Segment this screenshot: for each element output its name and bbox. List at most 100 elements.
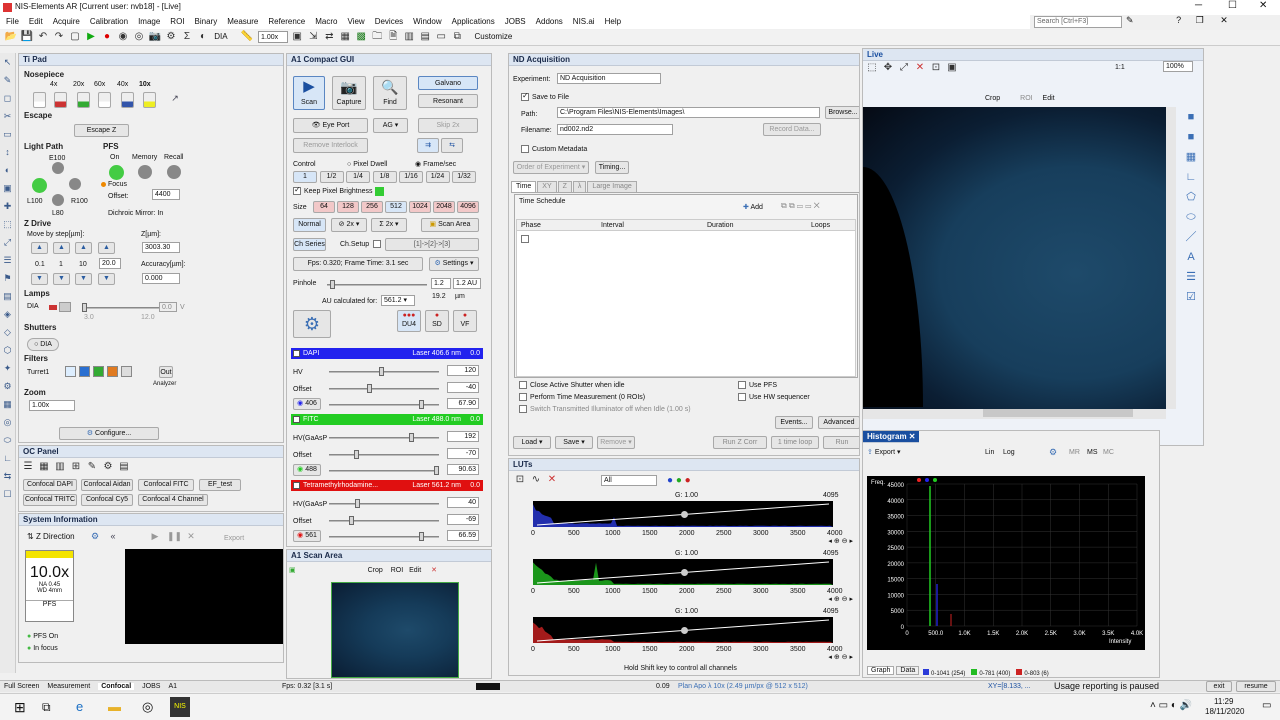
oc-button-1[interactable]: Confocal Aidan bbox=[81, 479, 133, 491]
left-tool-23-icon[interactable]: ⇆ bbox=[0, 467, 15, 485]
menu-macro[interactable]: Macro bbox=[315, 17, 337, 26]
settings-button[interactable]: ⚙ Settings ▾ bbox=[429, 257, 479, 271]
channel-offset-slider-0[interactable] bbox=[329, 388, 439, 390]
maximize-icon[interactable]: ☐ bbox=[1228, 0, 1237, 11]
scan-area-close-icon[interactable]: ✕ bbox=[431, 567, 437, 574]
dia-label[interactable]: DIA bbox=[214, 32, 227, 41]
lut-scroll-2[interactable]: ◂ ⊕ ⊖ ▸ bbox=[793, 654, 853, 661]
skip-select[interactable]: Skip 2x bbox=[418, 118, 478, 133]
menu-reference[interactable]: Reference bbox=[268, 17, 305, 26]
sysinfo-settings-icon[interactable]: ⚙ bbox=[89, 530, 101, 542]
menu-devices[interactable]: Devices bbox=[375, 17, 403, 26]
close-icon[interactable]: ✕ bbox=[1259, 0, 1267, 11]
timing-button[interactable]: Timing... bbox=[595, 161, 629, 174]
browse-button[interactable]: Browse... bbox=[825, 106, 860, 119]
copy-icon[interactable]: ⧉ bbox=[781, 201, 787, 210]
resonant-button[interactable]: Resonant bbox=[418, 94, 478, 108]
hist-dot-1[interactable] bbox=[925, 478, 929, 482]
oc-button-5[interactable]: Confocal Cy5 bbox=[81, 494, 133, 506]
size-2048[interactable]: 2048 bbox=[433, 201, 455, 213]
nd-tab-1[interactable]: XY bbox=[537, 181, 556, 192]
lut-gamma-handle-1[interactable] bbox=[681, 569, 688, 576]
sysinfo-stop-icon[interactable]: ✕ bbox=[185, 530, 197, 542]
hist-dot-2[interactable] bbox=[933, 478, 937, 482]
channel-offset-input-2[interactable]: -69 bbox=[447, 514, 479, 525]
hist-ms[interactable]: MS bbox=[1087, 448, 1098, 457]
channel-header-1[interactable]: FITC Laser 488.0 nm 0.0 bbox=[291, 414, 483, 425]
lut-auto-icon[interactable]: ⊡ bbox=[513, 473, 527, 487]
use-hw-check[interactable] bbox=[738, 393, 746, 401]
lut-track-0[interactable] bbox=[533, 501, 833, 527]
live-angle-icon[interactable]: ∟ bbox=[1181, 167, 1201, 187]
delete-icon[interactable]: ✕ bbox=[814, 201, 820, 210]
left-tool-11-icon[interactable]: ☰ bbox=[0, 251, 15, 269]
menu-measure[interactable]: Measure bbox=[227, 17, 258, 26]
lut-row-1[interactable]: G: 1.00 4095 0 500 1000 1500 2000 2500 3000 3500 4… bbox=[523, 549, 857, 603]
hist-log[interactable]: Log bbox=[1003, 448, 1015, 457]
left-tool-3-icon[interactable]: ✂ bbox=[0, 107, 15, 125]
channel-offset-input-1[interactable]: -70 bbox=[447, 448, 479, 459]
left-tool-21-icon[interactable]: ⬭ bbox=[0, 431, 15, 449]
size-128[interactable]: 128 bbox=[337, 201, 359, 213]
record-icon[interactable]: ● bbox=[100, 30, 114, 44]
run-button[interactable]: Run bbox=[823, 436, 860, 449]
channel-laser-slider-1[interactable] bbox=[329, 470, 439, 472]
configure-button[interactable]: ⚙ Configure... bbox=[59, 427, 159, 440]
vf-button[interactable]: ● VF bbox=[453, 310, 477, 332]
dia-shutter-button[interactable]: ○ DIA bbox=[27, 338, 59, 351]
arrows-icon[interactable]: ⇲ bbox=[306, 30, 320, 44]
ai-icon[interactable]: ▤ bbox=[418, 30, 432, 44]
objective-slot-0[interactable] bbox=[33, 92, 46, 108]
channel-header-2[interactable]: Tetramethylrhodamine... Laser 561.2 nm 0.0 bbox=[291, 480, 483, 491]
scan-area-roi[interactable]: ROI bbox=[391, 567, 403, 574]
scan-direction-button[interactable]: ⇉ bbox=[417, 138, 439, 153]
lut-track-2[interactable] bbox=[533, 617, 833, 643]
run-z-button[interactable]: Run Z Corr bbox=[713, 436, 767, 449]
ag-select[interactable]: AG ▾ bbox=[373, 118, 408, 133]
hist-dot-0[interactable] bbox=[917, 478, 921, 482]
left-tool-1-icon[interactable]: ✎ bbox=[0, 71, 15, 89]
left-tool-18-icon[interactable]: ⚙ bbox=[0, 377, 15, 395]
menu-view[interactable]: View bbox=[348, 17, 365, 26]
z-down-button-3[interactable]: ▼ bbox=[98, 273, 115, 285]
resume-button[interactable]: resume bbox=[1236, 681, 1276, 692]
size-512[interactable]: 512 bbox=[385, 201, 407, 213]
accuracy-select[interactable]: 0.000 bbox=[142, 273, 180, 284]
live-crop[interactable]: Crop bbox=[985, 95, 1000, 102]
hist-tab-data[interactable]: Data bbox=[896, 666, 919, 675]
status-tab-4[interactable]: A1 bbox=[168, 683, 177, 690]
oc-button-0[interactable]: Confocal DAPI bbox=[23, 479, 77, 491]
oc-button-4[interactable]: Confocal TRITC bbox=[23, 494, 77, 506]
menu-nisai[interactable]: NIS.ai bbox=[573, 17, 595, 26]
zoom-select[interactable]: 1.00x bbox=[29, 400, 75, 411]
redo-icon[interactable]: ↷ bbox=[52, 30, 66, 44]
channel-laser-slider-2[interactable] bbox=[329, 536, 439, 538]
save-to-file-check[interactable] bbox=[521, 93, 529, 101]
sysinfo-pause-icon[interactable]: ❚❚ bbox=[167, 530, 179, 542]
swap-icon[interactable]: ⇄ bbox=[322, 30, 336, 44]
menu-binary[interactable]: Binary bbox=[195, 17, 218, 26]
thumb[interactable] bbox=[419, 532, 424, 541]
menu-jobs[interactable]: JOBS bbox=[505, 17, 526, 26]
escape-z-button[interactable]: Escape Z bbox=[74, 124, 129, 137]
down-icon[interactable]: ▭ bbox=[805, 201, 811, 210]
live-line-icon[interactable]: ／ bbox=[1181, 227, 1201, 247]
live-check-icon[interactable]: ☑ bbox=[1181, 287, 1201, 307]
size-256[interactable]: 256 bbox=[361, 201, 383, 213]
light-icon[interactable]: ◐ bbox=[196, 30, 210, 44]
remove-button[interactable]: Remove ▾ bbox=[597, 436, 635, 449]
status-tab-3[interactable]: JOBS bbox=[142, 683, 160, 690]
memory-button[interactable] bbox=[138, 165, 152, 179]
green-channel-icon[interactable]: ● bbox=[676, 475, 682, 486]
doc-icon[interactable]: 🗎 bbox=[386, 30, 400, 44]
offset-input[interactable]: 4400 bbox=[152, 189, 180, 200]
live-roi[interactable]: ROI bbox=[1020, 95, 1032, 102]
load-button[interactable]: Load ▾ bbox=[513, 436, 551, 449]
left-tool-10-icon[interactable]: ⤢ bbox=[0, 233, 15, 251]
lut-channel-select[interactable]: All bbox=[601, 475, 657, 486]
folder-icon[interactable]: 🗀 bbox=[370, 30, 384, 44]
channel-hv-input-0[interactable]: 120 bbox=[447, 365, 479, 376]
left-tool-2-icon[interactable]: ◻ bbox=[0, 89, 15, 107]
lut-scroll-0[interactable]: ◂ ⊕ ⊖ ▸ bbox=[793, 538, 853, 545]
thumb[interactable] bbox=[349, 516, 354, 525]
